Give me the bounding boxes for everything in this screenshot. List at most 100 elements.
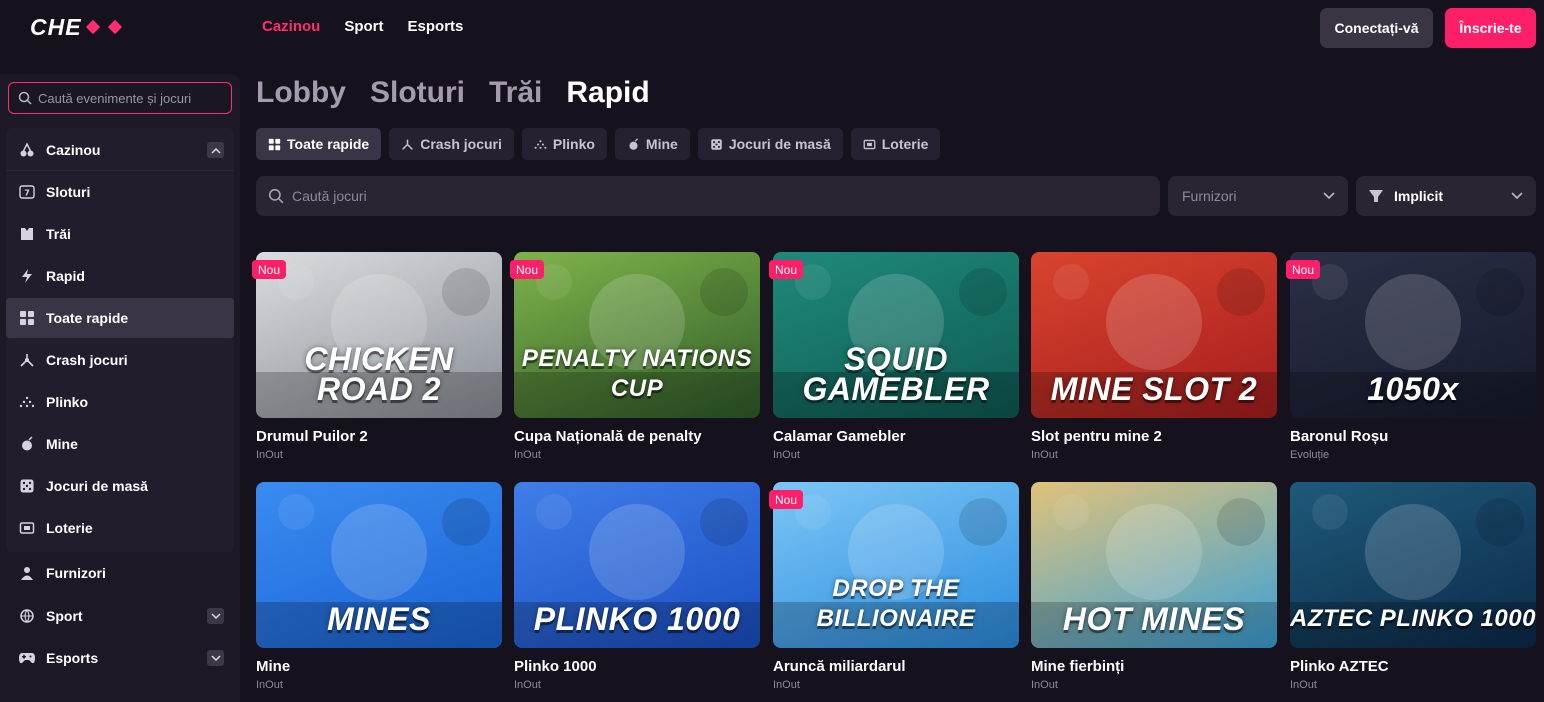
tab-trai[interactable]: Trăi: [489, 76, 542, 110]
register-button[interactable]: Înscrie-te: [1445, 8, 1536, 48]
game-thumbnail[interactable]: PENALTY NATIONS CUP: [514, 252, 760, 418]
top-nav-esports[interactable]: Esports: [408, 18, 464, 35]
game-art-title: MINES: [327, 601, 431, 637]
login-button[interactable]: Conectați-vă: [1320, 8, 1433, 48]
games-search[interactable]: [256, 176, 1160, 216]
sidebar-item-label: Mine: [46, 436, 78, 452]
sidebar-item-label: Rapid: [46, 268, 85, 284]
game-thumbnail[interactable]: 1050x: [1290, 252, 1536, 418]
sidebar-casino-section: Cazinou 7 Sloturi Trăi Rapid Toate rapid: [6, 128, 234, 552]
game-card[interactable]: DROP THE BILLIONAIRE Nou Aruncă miliardaru…: [769, 482, 1019, 691]
sidebar-sport-section: Sport Esports: [6, 594, 234, 682]
game-thumbnail[interactable]: DROP THE BILLIONAIRE: [773, 482, 1019, 648]
plinko-icon: [534, 138, 547, 151]
game-name[interactable]: Calamar Gamebler: [773, 428, 1019, 445]
sidebar-item-label: Toate rapide: [46, 310, 129, 326]
game-thumbnail[interactable]: MINE SLOT 2: [1031, 252, 1277, 418]
sidebar-item-plinko[interactable]: Plinko: [6, 382, 234, 422]
game-provider: InOut: [514, 679, 541, 691]
game-art-title: 1050x: [1367, 371, 1459, 407]
sort-select[interactable]: Implicit: [1356, 176, 1536, 216]
sidebar-item-label: Sport: [46, 608, 83, 624]
new-badge: Nou: [769, 490, 804, 509]
sidebar-item-trai[interactable]: Trăi: [6, 214, 234, 254]
game-card[interactable]: 1050x Nou Baronul Roșu Evoluție: [1286, 252, 1536, 461]
sidebar-item-cazinou[interactable]: Cazinou: [6, 130, 234, 170]
game-name[interactable]: Slot pentru mine 2: [1031, 428, 1277, 445]
game-thumbnail[interactable]: PLINKO 1000: [514, 482, 760, 648]
chip-crash-jocuri[interactable]: Crash jocuri: [389, 128, 514, 160]
sidebar: Cazinou 7 Sloturi Trăi Rapid Toate rapid: [0, 74, 240, 702]
game-thumbnail[interactable]: MINES: [256, 482, 502, 648]
game-art-title: PENALTY NATIONS CUP: [521, 345, 753, 402]
sidebar-search-input[interactable]: [38, 90, 228, 106]
top-nav-sport[interactable]: Sport: [344, 18, 383, 35]
game-thumbnail[interactable]: SQUID GAMEBLER: [773, 252, 1019, 418]
game-name[interactable]: Baronul Roșu: [1290, 428, 1536, 445]
chevron-down-icon: [1511, 192, 1523, 200]
tab-rapid[interactable]: Rapid: [566, 76, 649, 110]
game-name[interactable]: Aruncă miliardarul: [773, 658, 1019, 675]
game-name[interactable]: Drumul Puilor 2: [256, 428, 502, 445]
sidebar-item-jocuri-de-masa[interactable]: Jocuri de masă: [6, 466, 234, 506]
chip-jocuri-de-masa[interactable]: Jocuri de masă: [697, 128, 843, 160]
game-card[interactable]: SQUID GAMEBLER Nou Calamar Gamebler InOut: [769, 252, 1019, 461]
slot-icon: 7: [17, 183, 37, 201]
game-art-title: PLINKO 1000: [533, 601, 741, 637]
tab-lobby[interactable]: Lobby: [256, 76, 346, 110]
game-name[interactable]: Mine: [256, 658, 502, 675]
sidebar-item-toate-rapide[interactable]: Toate rapide: [6, 298, 234, 338]
game-card[interactable]: AZTEC PLINKO 1000 Plinko AZTEC InOut: [1290, 482, 1536, 691]
chip-plinko[interactable]: Plinko: [521, 128, 607, 160]
game-thumbnail[interactable]: CHICKEN ROAD 2: [256, 252, 502, 418]
sidebar-item-label: Trăi: [46, 226, 71, 242]
mine-icon: [17, 435, 37, 453]
sidebar-search[interactable]: [8, 82, 232, 114]
top-nav: Cazinou Sport Esports: [262, 18, 463, 35]
chevron-down-icon[interactable]: [207, 608, 224, 624]
game-provider: InOut: [1031, 679, 1058, 691]
game-card[interactable]: PLINKO 1000 Plinko 1000 InOut: [514, 482, 760, 691]
sidebar-item-label: Plinko: [46, 394, 89, 410]
sidebar-item-esports[interactable]: Esports: [6, 638, 234, 678]
lottery-icon: [863, 138, 876, 151]
game-name[interactable]: Plinko AZTEC: [1290, 658, 1536, 675]
sidebar-item-sport[interactable]: Sport: [6, 596, 234, 636]
games-search-input[interactable]: [292, 188, 1152, 204]
game-art-title: HOT MINES: [1062, 601, 1246, 637]
game-card[interactable]: CHICKEN ROAD 2 Nou Drumul Puilor 2 InOut: [252, 252, 502, 461]
game-thumbnail[interactable]: AZTEC PLINKO 1000: [1290, 482, 1536, 648]
game-name[interactable]: Mine fierbinți: [1031, 658, 1277, 675]
chip-toate-rapide[interactable]: Toate rapide: [256, 128, 382, 160]
sidebar-item-sloturi[interactable]: 7 Sloturi: [6, 172, 234, 212]
sidebar-item-furnizori[interactable]: Furnizori: [6, 553, 234, 593]
tab-sloturi[interactable]: Sloturi: [370, 76, 465, 110]
sidebar-item-rapid[interactable]: Rapid: [6, 256, 234, 296]
game-provider: InOut: [773, 679, 800, 691]
providers-select-value: Furnizori: [1182, 188, 1237, 204]
game-thumbnail[interactable]: HOT MINES: [1031, 482, 1277, 648]
chevron-down-icon[interactable]: [207, 650, 224, 666]
sidebar-item-mine[interactable]: Mine: [6, 424, 234, 464]
game-card[interactable]: MINES Mine InOut: [256, 482, 502, 691]
game-name[interactable]: Cupa Națională de penalty: [514, 428, 760, 445]
sidebar-item-label: Furnizori: [46, 565, 106, 581]
logo[interactable]: CHE: [30, 14, 126, 40]
game-card[interactable]: PENALTY NATIONS CUP Nou Cupa Națională de …: [510, 252, 760, 461]
crash-icon: [17, 351, 37, 369]
grid-icon: [268, 138, 281, 151]
game-provider: InOut: [1031, 449, 1058, 461]
chip-mine[interactable]: Mine: [614, 128, 690, 160]
sidebar-item-crash-jocuri[interactable]: Crash jocuri: [6, 340, 234, 380]
filter-icon: [1369, 190, 1383, 202]
chevron-up-icon[interactable]: [207, 142, 224, 158]
game-card[interactable]: HOT MINES Mine fierbinți InOut: [1031, 482, 1277, 691]
sidebar-item-loterie[interactable]: Loterie: [6, 508, 234, 548]
top-nav-cazinou[interactable]: Cazinou: [262, 18, 320, 35]
game-name[interactable]: Plinko 1000: [514, 658, 760, 675]
chip-label: Crash jocuri: [420, 136, 502, 152]
game-card[interactable]: MINE SLOT 2 Slot pentru mine 2 InOut: [1031, 252, 1277, 461]
dice-icon: [710, 138, 723, 151]
chip-loterie[interactable]: Loterie: [850, 128, 941, 160]
providers-select[interactable]: Furnizori: [1168, 176, 1348, 216]
